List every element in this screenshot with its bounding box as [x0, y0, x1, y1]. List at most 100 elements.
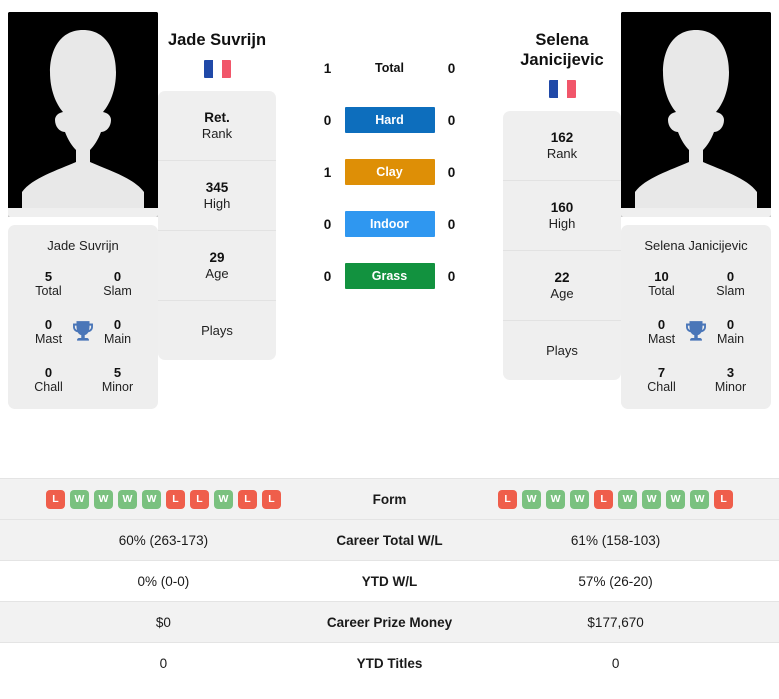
avatar-silhouette-icon — [621, 12, 771, 217]
h2h-label-clay[interactable]: Clay — [344, 159, 435, 185]
left-player-column: Jade Suvrijn 5 Total 0 Slam 0 Mast 0 Mai… — [8, 8, 158, 410]
h2h-right-score-indoor: 0 — [447, 216, 456, 232]
form-badge-loss[interactable]: L — [165, 489, 185, 509]
left-titles-chall-value: 0 — [44, 365, 53, 381]
form-badge-loss[interactable]: L — [237, 489, 257, 509]
form-badge-win[interactable]: W — [690, 489, 710, 509]
form-badge-win[interactable]: W — [642, 489, 662, 509]
h2h-right-score-clay: 0 — [447, 164, 456, 180]
row-label-career_prize_money: Career Prize Money — [326, 614, 453, 630]
left-age-label: Age — [205, 265, 229, 281]
right-ytd_titles-cell: 0 — [611, 655, 620, 671]
h2h-left-score-clay: 1 — [323, 164, 332, 180]
form-badge-loss[interactable]: L — [594, 489, 614, 509]
h2h-row-total: 1 Total 0 — [276, 54, 503, 82]
left-plays-label: Plays — [201, 322, 233, 338]
right-age-value: 22 — [554, 269, 570, 285]
left-rank-label: Rank — [201, 125, 233, 141]
right-titles-grid: 10 Total 0 Slam 0 Mast 0 Main 7 Chall 3 … — [627, 269, 765, 395]
head-to-head-panel: 1 Total 0 0 Hard 0 1 Clay 0 0 Indoor 0 0 Grass 0 — [276, 8, 503, 290]
left-career_total_wl-cell: 60% (263-173) — [118, 532, 209, 548]
left-rank-value: Ret. — [204, 109, 230, 125]
table-row: 0% (0-0) YTD W/L 57% (26-20) — [0, 560, 779, 602]
left-titles-total: 5 Total — [14, 269, 83, 299]
left-player-name[interactable]: Jade Suvrijn — [168, 30, 266, 50]
h2h-row-grass: 0 Grass 0 — [276, 262, 503, 290]
left-form-cell: LWWWWLLWLL — [0, 479, 327, 520]
form-badge-win[interactable]: W — [546, 489, 566, 509]
form-badge-win[interactable]: W — [666, 489, 686, 509]
form-badge-loss[interactable]: L — [189, 489, 209, 509]
left-titles-slam: 0 Slam — [83, 269, 152, 299]
table-row: 0 YTD Titles 0 — [0, 642, 779, 684]
left-high-value: 345 — [205, 179, 229, 195]
left-card-player-name: Jade Suvrijn — [47, 238, 119, 253]
right-titles-minor-label: Minor — [714, 380, 747, 395]
form-badge-win[interactable]: W — [93, 489, 113, 509]
left-player-identity: Jade Suvrijn — [168, 8, 266, 83]
form-badge-win[interactable]: W — [141, 489, 161, 509]
left-form-strip: LWWWWLLWLL — [0, 489, 327, 509]
h2h-left-score-hard: 0 — [323, 112, 332, 128]
trophy-icon — [686, 321, 706, 341]
left-age-cell: 29 Age — [158, 231, 276, 302]
form-badge-loss[interactable]: L — [714, 489, 734, 509]
right-card-player-name: Selena Janicijevic — [644, 238, 748, 253]
right-player-titles-card: Selena Janicijevic 10 Total 0 Slam 0 Mas… — [621, 225, 771, 410]
right-titles-total: 10 Total — [627, 269, 696, 299]
france-flag-icon — [548, 80, 576, 99]
h2h-right-score-total: 0 — [447, 60, 456, 76]
left-titles-slam-label: Slam — [103, 284, 132, 299]
left-titles-total-label: Total — [35, 284, 62, 299]
h2h-label-total: Total — [375, 61, 404, 75]
right-titles-slam-label: Slam — [716, 284, 745, 299]
right-player-rank-column: Selena Janicijevic 162 Rank 160 High 22 … — [503, 8, 621, 381]
form-badge-loss[interactable]: L — [498, 489, 518, 509]
h2h-left-score-total: 1 — [323, 60, 332, 76]
form-badge-win[interactable]: W — [618, 489, 638, 509]
form-badge-loss[interactable]: L — [45, 489, 65, 509]
right-rank-cell: 162 Rank — [503, 111, 621, 182]
form-badge-win[interactable]: W — [117, 489, 137, 509]
right-age-label: Age — [550, 286, 574, 302]
left-ytd_wl-cell: 0% (0-0) — [137, 573, 190, 589]
right-career_prize_money-cell: $177,670 — [587, 614, 644, 630]
right-rank-label: Rank — [546, 146, 578, 162]
right-high-cell: 160 High — [503, 181, 621, 252]
avatar-silhouette-icon — [8, 12, 158, 217]
h2h-row-hard: 0 Hard 0 — [276, 106, 503, 134]
right-titles-slam-value: 0 — [726, 269, 735, 284]
form-badge-win[interactable]: W — [213, 489, 233, 509]
form-badge-win[interactable]: W — [69, 489, 89, 509]
left-titles-minor: 5 Minor — [83, 365, 152, 395]
right-titles-slam: 0 Slam — [696, 269, 765, 299]
france-flag-icon — [203, 60, 231, 79]
h2h-label-grass[interactable]: Grass — [344, 263, 435, 289]
h2h-label-indoor[interactable]: Indoor — [344, 211, 435, 237]
right-high-label: High — [548, 216, 576, 232]
left-titles-slam-value: 0 — [113, 269, 122, 284]
form-badge-win[interactable]: W — [522, 489, 542, 509]
table-row: $0 Career Prize Money $177,670 — [0, 601, 779, 643]
h2h-left-score-grass: 0 — [323, 268, 332, 284]
player-comparison-header: Jade Suvrijn 5 Total 0 Slam 0 Mast 0 Mai… — [0, 0, 779, 478]
h2h-label-hard[interactable]: Hard — [344, 107, 435, 133]
right-titles-chall-value: 7 — [657, 365, 666, 381]
left-player-photo[interactable] — [8, 12, 158, 217]
left-titles-total-value: 5 — [44, 269, 53, 284]
right-player-name[interactable]: Selena Janicijevic — [507, 30, 617, 70]
left-high-cell: 345 High — [158, 161, 276, 232]
right-form-strip: LWWWLWWWWL — [452, 489, 779, 509]
h2h-row-clay: 1 Clay 0 — [276, 158, 503, 186]
form-badge-win[interactable]: W — [570, 489, 590, 509]
row-label-career_total_wl: Career Total W/L — [336, 532, 443, 548]
left-ytd_titles-cell: 0 — [159, 655, 168, 671]
right-titles-chall: 7 Chall — [627, 365, 696, 395]
left-player-rank-column: Jade Suvrijn Ret. Rank 345 High 29 Age P… — [158, 8, 276, 361]
right-titles-total-value: 10 — [654, 269, 669, 284]
right-titles-total-label: Total — [648, 284, 675, 299]
form-badge-loss[interactable]: L — [261, 489, 281, 509]
table-row: L W W W W L L W L L Form L W W W L W W W W L — [0, 478, 779, 520]
left-titles-chall: 0 Chall — [14, 365, 83, 395]
right-player-photo[interactable] — [621, 12, 771, 217]
